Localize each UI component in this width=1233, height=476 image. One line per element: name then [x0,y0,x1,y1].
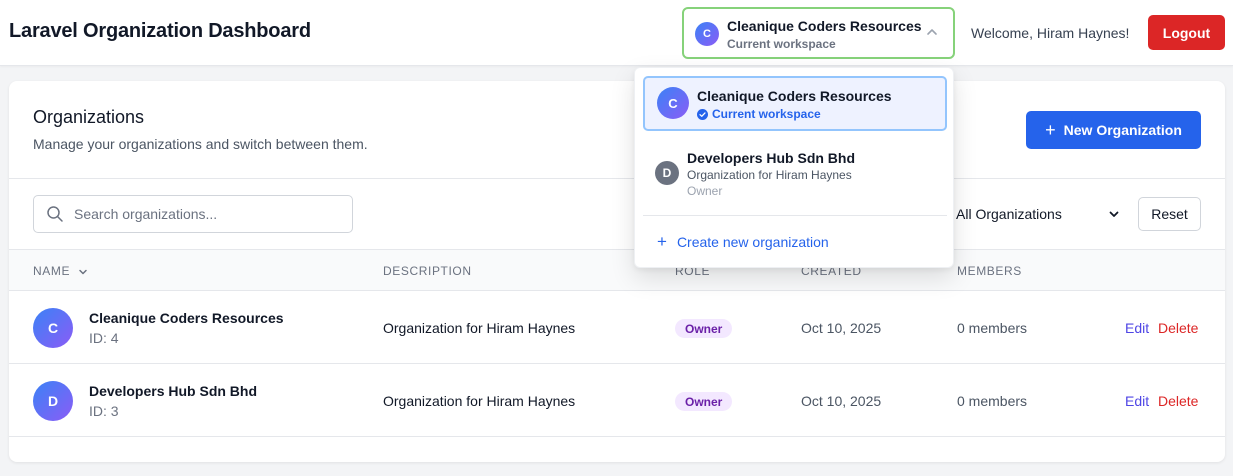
organization-description: Organization for Hiram Haynes [383,393,576,409]
table-header: Name Description Role Created Members [9,249,1225,291]
column-header-name[interactable]: Name [33,264,88,278]
new-organization-label: New Organization [1063,122,1182,138]
plus-icon: + [657,232,667,251]
table-row: D Developers Hub Sdn Bhd ID: 3 Organizat… [9,364,1225,437]
column-header-description: Description [383,264,472,278]
workspace-name: Cleanique Coders Resources [727,18,922,34]
delete-link[interactable]: Delete [1158,393,1198,409]
search-box [33,195,353,233]
plus-icon: + [1045,120,1056,140]
page-title: Organizations [33,107,145,127]
avatar: C [33,308,73,348]
chevron-up-icon [927,29,937,35]
dropdown-item-current-workspace[interactable]: C Cleanique Coders Resources Current wor… [643,76,947,131]
members-count: 0 members [957,393,1028,409]
avatar: C [657,87,689,119]
search-input[interactable] [74,196,344,232]
chevron-down-icon [1109,211,1119,217]
dropdown-item-description: Organization for Hiram Haynes [687,168,852,182]
reset-button[interactable]: Reset [1138,197,1201,231]
created-date: Oct 10, 2025 [801,320,882,336]
app-title: Laravel Organization Dashboard [9,20,311,42]
new-organization-button[interactable]: + New Organization [1026,111,1201,149]
edit-link[interactable]: Edit [1125,320,1149,336]
dropdown-divider [643,215,947,216]
edit-link[interactable]: Edit [1125,393,1149,409]
organization-description: Organization for Hiram Haynes [383,320,576,336]
organization-id: ID: 4 [89,330,119,346]
workspace-subtitle: Current workspace [727,37,836,51]
avatar: D [655,161,679,185]
check-circle-icon [697,108,708,120]
created-date: Oct 10, 2025 [801,393,882,409]
sort-down-icon [79,269,87,275]
column-header-members: Members [957,264,1022,278]
organization-name: Developers Hub Sdn Bhd [89,383,258,399]
organization-id: ID: 3 [89,403,119,419]
create-organization-link[interactable]: + Create new organization [657,233,829,250]
role-badge: Owner [675,319,733,338]
logout-button[interactable]: Logout [1148,15,1225,50]
workspace-dropdown-menu: C Cleanique Coders Resources Current wor… [634,67,954,268]
dropdown-item-name: Cleanique Coders Resources [697,88,892,104]
organization-filter-select[interactable]: All Organizations [949,199,1124,229]
members-count: 0 members [957,320,1028,336]
dropdown-item-organization[interactable]: D Developers Hub Sdn Bhd Organization fo… [643,140,947,202]
current-workspace-label: Current workspace [697,107,821,121]
top-header: Laravel Organization Dashboard C Cleaniq… [0,0,1233,66]
divider [9,178,1225,179]
dropdown-item-role: Owner [687,184,723,198]
filter-value: All Organizations [956,206,1062,222]
page-description: Manage your organizations and switch bet… [33,136,368,152]
organizations-card: Organizations Manage your organizations … [9,81,1225,462]
avatar: D [33,381,73,421]
dropdown-item-name: Developers Hub Sdn Bhd [687,150,856,166]
delete-link[interactable]: Delete [1158,320,1198,336]
role-badge: Owner [675,392,733,411]
workspace-switcher[interactable]: C Cleanique Coders Resources Current wor… [682,7,955,59]
table-row: C Cleanique Coders Resources ID: 4 Organ… [9,291,1225,364]
search-icon [47,206,63,222]
welcome-message: Welcome, Hiram Haynes! [971,25,1130,41]
workspace-avatar: C [695,22,719,46]
organization-name: Cleanique Coders Resources [89,310,284,326]
